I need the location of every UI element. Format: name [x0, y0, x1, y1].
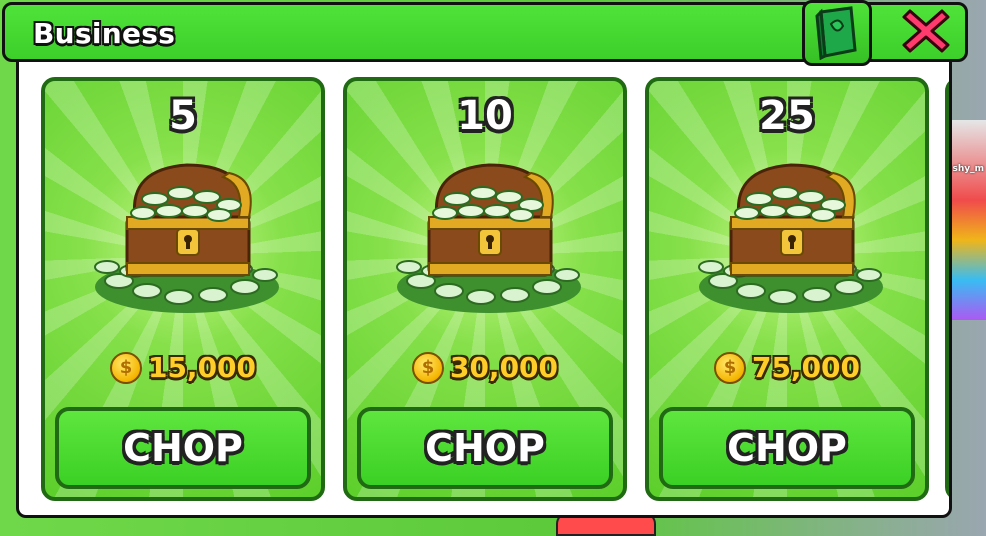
- treasure-chest-icon: [396, 163, 581, 313]
- treasure-chest-icon: [698, 163, 883, 313]
- price-row: $ 75,000: [649, 351, 925, 384]
- offer-quantity: 25: [759, 93, 815, 139]
- offer-card: 5 $ 15,000 CHOP: [41, 77, 325, 501]
- offer-quantity: 5: [169, 93, 197, 139]
- window-title: Business: [33, 17, 176, 50]
- book-button[interactable]: [802, 0, 872, 66]
- player-nametag: shy_m: [952, 164, 984, 174]
- background-scene: [946, 120, 986, 320]
- chop-button-label: CHOP: [425, 426, 545, 470]
- treasure-chest-icon: [94, 163, 279, 313]
- offer-price: 75,000: [751, 351, 861, 384]
- offer-card: 25 $ 75,000 CHOP: [645, 77, 929, 501]
- chop-button[interactable]: CHOP: [659, 407, 915, 489]
- offer-card: 10 $ 30,000 CHOP: [343, 77, 627, 501]
- offer-card-partial: [945, 77, 949, 501]
- close-icon: [902, 9, 950, 53]
- book-icon: [815, 6, 857, 60]
- chop-button-label: CHOP: [123, 426, 243, 470]
- chop-button[interactable]: CHOP: [55, 407, 311, 489]
- close-button[interactable]: [886, 0, 966, 62]
- business-panel: 5 $ 15,000 CHOP 10 $ 30,000 CHOP 25 $ 75…: [16, 40, 952, 518]
- offer-price: 15,000: [147, 351, 257, 384]
- coin-icon: $: [411, 351, 444, 384]
- price-row: $ 15,000: [45, 351, 321, 384]
- price-row: $ 30,000: [347, 351, 623, 384]
- coin-icon: $: [713, 351, 746, 384]
- chop-button-label: CHOP: [727, 426, 847, 470]
- offer-quantity: 10: [457, 93, 513, 139]
- offer-price: 30,000: [449, 351, 559, 384]
- offer-cards: 5 $ 15,000 CHOP 10 $ 30,000 CHOP 25 $ 75…: [41, 77, 949, 507]
- coin-icon: $: [109, 351, 142, 384]
- chop-button[interactable]: CHOP: [357, 407, 613, 489]
